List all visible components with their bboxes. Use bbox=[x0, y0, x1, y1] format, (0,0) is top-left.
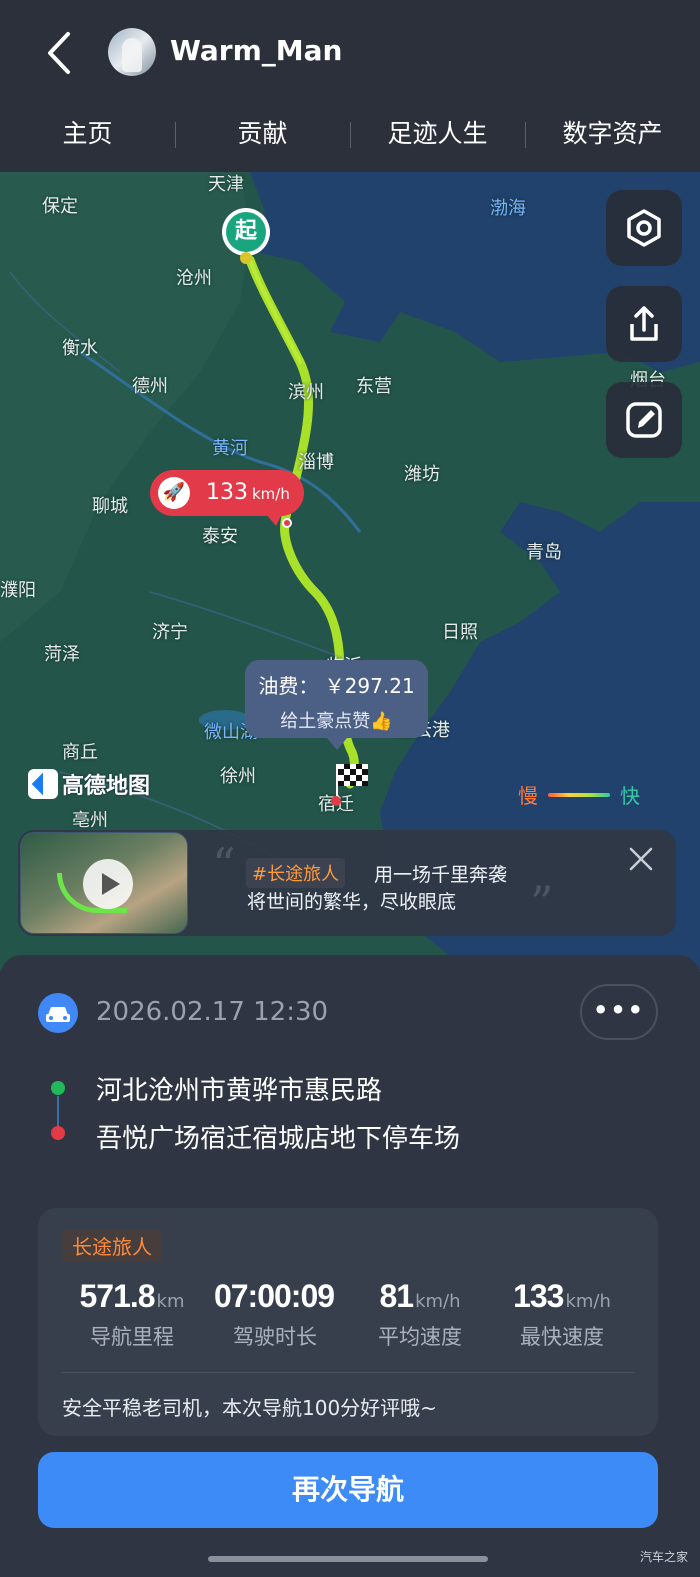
origin-dot bbox=[51, 1081, 65, 1095]
play-icon[interactable] bbox=[83, 859, 133, 909]
more-button[interactable]: ••• bbox=[580, 984, 658, 1040]
speed-legend: 慢快 bbox=[518, 784, 640, 808]
end-point bbox=[331, 796, 341, 806]
map-label: 沧州 bbox=[176, 268, 212, 289]
map-label: 滨州 bbox=[288, 382, 324, 403]
tab-bar: 主页 贡献 足迹人生 数字资产 bbox=[0, 104, 700, 164]
rocket-icon: 🚀 bbox=[158, 477, 190, 509]
map-label: 东营 bbox=[356, 376, 392, 397]
map-label: 濮阳 bbox=[0, 580, 36, 601]
map-label: 泰安 bbox=[202, 526, 238, 547]
tab-contribution[interactable]: 贡献 bbox=[175, 104, 350, 164]
stat-duration: 07:00:09 驾驶时长 bbox=[213, 1278, 335, 1349]
like-text: 给土豪点赞👍 bbox=[280, 711, 393, 732]
map-label: 济宁 bbox=[152, 622, 188, 643]
fuel-cost: 油费： ￥297.21 bbox=[258, 674, 415, 698]
max-speed-point bbox=[282, 518, 292, 528]
settings-button[interactable] bbox=[606, 190, 682, 266]
map-label: 衡水 bbox=[62, 338, 98, 359]
edit-icon bbox=[626, 402, 662, 438]
navigate-again-button[interactable]: 再次导航 bbox=[38, 1452, 658, 1528]
map-label: 渤海 bbox=[490, 198, 526, 219]
watermark: 汽车之家 bbox=[640, 1550, 689, 1564]
map-label: 聊城 bbox=[92, 496, 128, 517]
divider bbox=[62, 1372, 634, 1373]
map-label: 黄河 bbox=[212, 438, 248, 459]
map-label: 日照 bbox=[442, 622, 478, 643]
quote-close-icon: ” bbox=[530, 876, 554, 930]
close-icon[interactable] bbox=[628, 846, 654, 872]
quote-open-icon: “ bbox=[212, 838, 236, 892]
map-label: 亳州 bbox=[72, 810, 108, 831]
fuel-cost-bubble: 油费： ￥297.21 给土豪点赞👍 bbox=[245, 660, 428, 750]
map-label: 天津 bbox=[208, 174, 244, 195]
top-bar: Warm_Man 主页 贡献 足迹人生 数字资产 bbox=[0, 0, 700, 172]
edit-button[interactable] bbox=[606, 382, 682, 458]
amap-logo: 高德地图 bbox=[28, 768, 150, 800]
map-label: 潍坊 bbox=[404, 464, 440, 485]
trip-comment: 安全平稳老司机，本次导航100分好评哦~ bbox=[62, 1396, 437, 1420]
map-label: 青岛 bbox=[526, 542, 562, 563]
map-label: 淄博 bbox=[298, 452, 334, 473]
trip-datetime: 2026.02.17 12:30 bbox=[96, 997, 329, 1027]
start-point bbox=[240, 252, 252, 264]
start-pin: 起 bbox=[222, 208, 270, 256]
avatar[interactable] bbox=[108, 28, 156, 76]
tab-home[interactable]: 主页 bbox=[0, 104, 175, 164]
destination-address: 吾悦广场宿迁宿城店地下停车场 bbox=[96, 1124, 461, 1154]
tab-footprint[interactable]: 足迹人生 bbox=[350, 104, 525, 164]
share-icon bbox=[630, 306, 658, 341]
username[interactable]: Warm_Man bbox=[170, 34, 342, 67]
gear-icon bbox=[627, 209, 661, 247]
max-speed-tag: 🚀 133 km/h bbox=[150, 470, 304, 526]
badge-long-distance: 长途旅人 bbox=[62, 1229, 162, 1262]
promo-banner[interactable] bbox=[18, 830, 676, 936]
stat-distance: 571.8 km 导航里程 bbox=[79, 1278, 185, 1349]
banner-hashtag[interactable]: #长途旅人 bbox=[246, 858, 346, 888]
stat-average-speed: 81 km/h 平均速度 bbox=[378, 1278, 462, 1349]
finish-flag-icon bbox=[334, 764, 370, 802]
map-label: 保定 bbox=[42, 196, 78, 217]
map-label: 徐州 bbox=[220, 766, 256, 787]
share-button[interactable] bbox=[606, 286, 682, 362]
home-indicator[interactable] bbox=[208, 1556, 488, 1562]
banner-line: 将世间的繁华，尽收眼底 bbox=[247, 891, 457, 913]
car-icon bbox=[38, 993, 78, 1033]
origin-address: 河北沧州市黄骅市惠民路 bbox=[96, 1076, 383, 1106]
video-thumbnail[interactable] bbox=[20, 832, 188, 934]
stat-max-speed: 133 km/h 最快速度 bbox=[513, 1278, 611, 1349]
tab-digital-assets[interactable]: 数字资产 bbox=[525, 104, 700, 164]
map-label: 德州 bbox=[132, 376, 168, 397]
back-icon[interactable] bbox=[40, 30, 80, 76]
map-label: 菏泽 bbox=[44, 644, 80, 665]
route-connector bbox=[57, 1096, 59, 1126]
map-label: 商丘 bbox=[62, 742, 98, 763]
banner-line: 用一场千里奔袭 bbox=[374, 864, 508, 886]
destination-dot bbox=[51, 1126, 65, 1140]
